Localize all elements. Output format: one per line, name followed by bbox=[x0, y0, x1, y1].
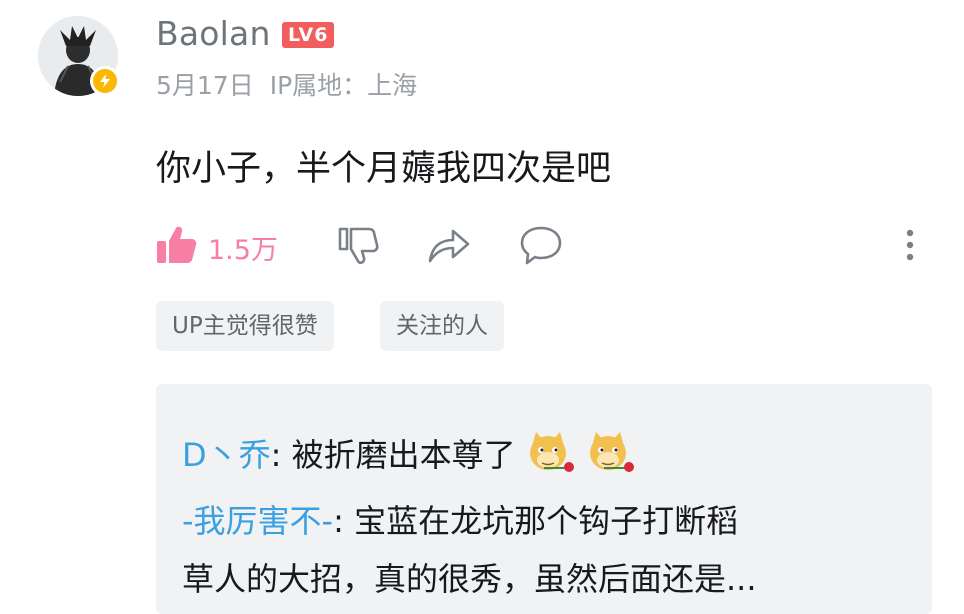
reply-text-continuation: 草人的大招，真的很秀，虽然后面还是... bbox=[182, 560, 757, 598]
reply-text: 宝蓝在龙坑那个钩子打断稻 bbox=[354, 502, 739, 540]
thumb-down-icon bbox=[336, 223, 380, 271]
tag-up-liked: UP主觉得很赞 bbox=[156, 301, 334, 351]
tag-following: 关注的人 bbox=[380, 301, 504, 351]
like-button[interactable]: 1.5万 bbox=[156, 222, 278, 272]
reply-preview[interactable]: D丶乔: 被折磨出本尊了 -我厉害不-: 宝蓝在龙坑那个钩子打断稻 草人的大招，… bbox=[156, 384, 932, 614]
comment-text: 你小子，半个月薅我四次是吧 bbox=[156, 149, 612, 189]
comment-date: 5月17日 bbox=[156, 71, 254, 100]
doge-rose-emoji bbox=[584, 426, 636, 486]
dislike-button[interactable] bbox=[336, 222, 380, 272]
more-button[interactable] bbox=[901, 222, 919, 272]
reply-item[interactable]: -我厉害不-: 宝蓝在龙坑那个钩子打断稻 bbox=[182, 496, 738, 542]
action-bar: 1.5万 bbox=[156, 222, 936, 272]
lightning-icon bbox=[93, 69, 117, 93]
reply-text: 被折磨出本尊了 bbox=[291, 436, 516, 474]
share-icon bbox=[426, 223, 472, 271]
username[interactable]: Baolan bbox=[156, 14, 271, 53]
share-button[interactable] bbox=[426, 222, 472, 272]
more-icon bbox=[901, 223, 919, 271]
reply-username[interactable]: -我厉害不- bbox=[182, 502, 333, 540]
level-badge: LV6 bbox=[282, 22, 335, 48]
reply-username[interactable]: D丶乔 bbox=[182, 436, 271, 474]
thumb-up-icon bbox=[156, 224, 198, 270]
ip-location: IP属地：上海 bbox=[269, 71, 418, 100]
reply-item[interactable]: D丶乔: 被折磨出本尊了 bbox=[182, 426, 636, 486]
comment-meta: 5月17日 IP属地：上海 bbox=[156, 66, 417, 102]
doge-rose-emoji bbox=[524, 426, 576, 486]
comment-icon bbox=[518, 223, 564, 271]
reply-button[interactable] bbox=[518, 222, 564, 272]
like-count: 1.5万 bbox=[208, 234, 278, 266]
verified-badge bbox=[90, 66, 120, 96]
